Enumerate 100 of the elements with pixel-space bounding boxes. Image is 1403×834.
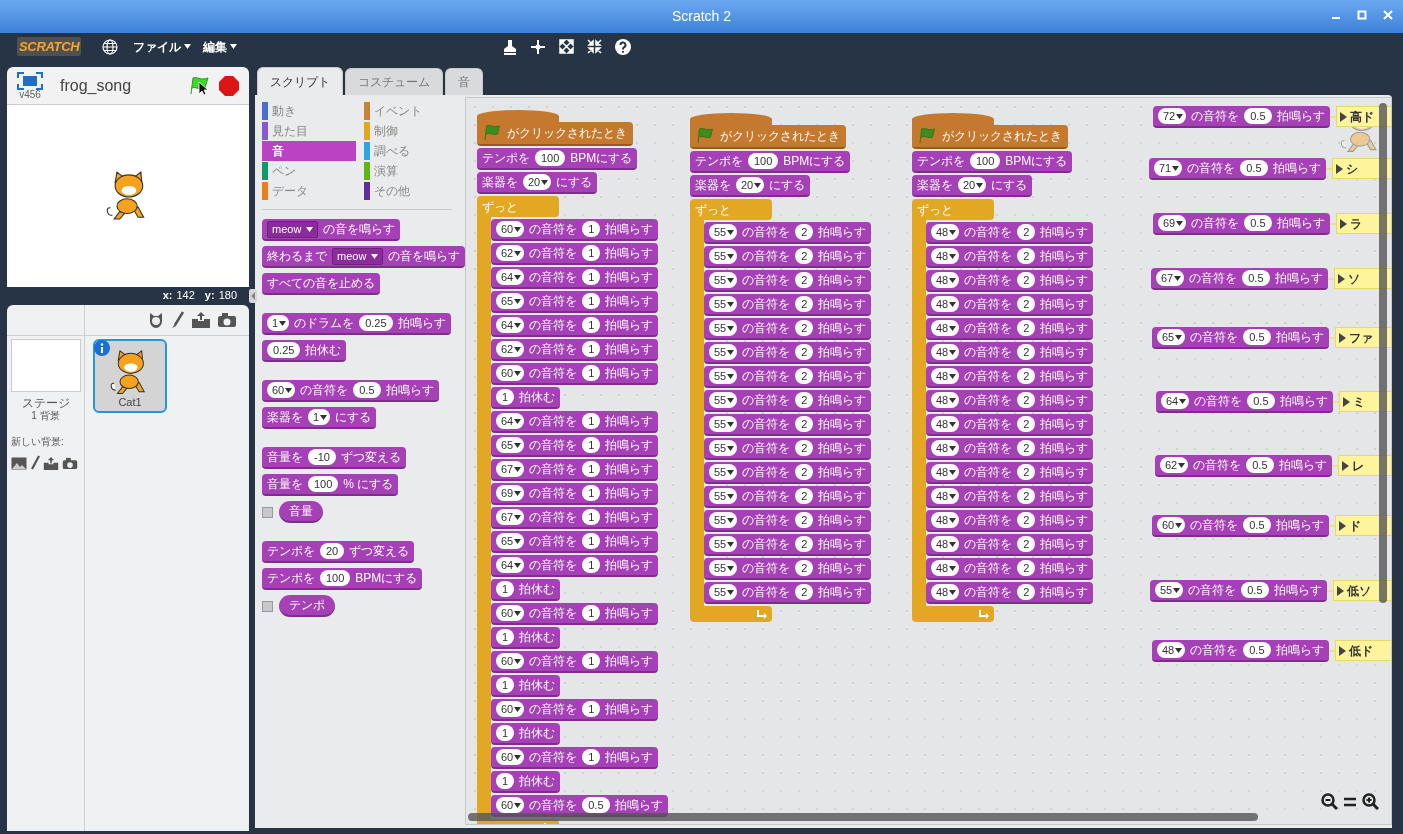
number-field[interactable]: 1: [582, 317, 601, 333]
number-field[interactable]: 1: [582, 461, 601, 477]
number-field[interactable]: 100: [535, 150, 566, 166]
number-field[interactable]: 1: [582, 533, 601, 549]
dropdown-field[interactable]: 48: [931, 248, 960, 264]
dropdown-field[interactable]: 69: [1158, 215, 1187, 231]
zoom-in-icon[interactable]: [1362, 793, 1379, 810]
code-block[interactable]: 64 の音符を 1 拍鳴らす: [491, 411, 659, 433]
number-field[interactable]: 1: [582, 509, 601, 525]
expand-icon[interactable]: [1339, 218, 1347, 229]
dropdown-field[interactable]: 64: [496, 317, 525, 333]
number-field[interactable]: 0.5: [1243, 329, 1271, 345]
number-field[interactable]: 2: [1017, 488, 1036, 504]
code-block[interactable]: 48 の音符を 2 拍鳴らす: [926, 294, 1094, 316]
camera-icon[interactable]: [217, 312, 237, 328]
number-field[interactable]: 2: [1017, 584, 1036, 600]
code-block[interactable]: 48 の音符を 2 拍鳴らす: [926, 414, 1094, 436]
code-block[interactable]: 62 の音符を 1 拍鳴らす: [491, 243, 659, 265]
dropdown-field[interactable]: 48: [931, 464, 960, 480]
code-block[interactable]: 1 拍休む: [491, 579, 561, 601]
code-block[interactable]: 65 の音符を 1 拍鳴らす: [491, 435, 659, 457]
code-block[interactable]: 60 の音符を 1 拍鳴らす: [491, 219, 659, 241]
code-block[interactable]: 60 の音符を 1 拍鳴らす: [491, 699, 659, 721]
shrink-icon[interactable]: [587, 39, 603, 54]
code-block[interactable]: 55 の音符を 2 拍鳴らす: [704, 318, 872, 340]
menu-dropdown[interactable]: meow: [332, 247, 384, 265]
number-field[interactable]: 2: [795, 584, 814, 600]
dropdown-field[interactable]: 48: [931, 416, 960, 432]
number-field[interactable]: 2: [795, 368, 814, 384]
dropdown-field[interactable]: 67: [1156, 270, 1185, 286]
number-field[interactable]: 2: [795, 344, 814, 360]
dropdown-field[interactable]: 55: [709, 536, 738, 552]
code-block[interactable]: テンポを 100 BPMにする: [262, 568, 423, 590]
number-field[interactable]: 0.5: [1246, 457, 1274, 473]
code-block[interactable]: 48 の音符を 2 拍鳴らす: [926, 390, 1094, 412]
code-block[interactable]: テンポを 100 BPMにする: [690, 151, 851, 173]
code-block[interactable]: 1 のドラムを 0.25 拍鳴らす: [262, 313, 451, 335]
tab[interactable]: スクリプト: [257, 67, 343, 95]
number-field[interactable]: 1: [582, 701, 601, 717]
code-block[interactable]: 48 の音符を 2 拍鳴らす: [926, 222, 1094, 244]
number-field[interactable]: 1: [496, 677, 515, 693]
code-block[interactable]: 48 の音符を 2 拍鳴らす: [926, 318, 1094, 340]
number-field[interactable]: 0.25: [359, 315, 393, 331]
code-block[interactable]: 65 の音符を 1 拍鳴らす: [491, 291, 659, 313]
number-field[interactable]: 0.5: [1243, 642, 1271, 658]
code-block[interactable]: 55 の音符を 2 拍鳴らす: [704, 222, 872, 244]
number-field[interactable]: 100: [970, 153, 1001, 169]
code-block[interactable]: 60 の音符を 0.5 拍鳴らす: [1152, 515, 1329, 537]
number-field[interactable]: 2: [1017, 440, 1036, 456]
number-field[interactable]: 0.5: [1241, 582, 1269, 598]
number-field[interactable]: 1: [582, 557, 601, 573]
dropdown-field[interactable]: 71: [1154, 160, 1183, 176]
dropdown-field[interactable]: 48: [931, 272, 960, 288]
code-block[interactable]: 55 の音符を 0.5 拍鳴らす: [1150, 580, 1327, 602]
dropdown-field[interactable]: 48: [931, 320, 960, 336]
dropdown-field[interactable]: 55: [709, 248, 738, 264]
stop-icon[interactable]: [218, 74, 240, 97]
category-button[interactable]: 音: [262, 141, 356, 161]
dropdown-field[interactable]: 55: [709, 560, 738, 576]
dropdown-field[interactable]: 55: [709, 368, 738, 384]
fullscreen-icon[interactable]: [17, 71, 43, 90]
dropdown-field[interactable]: 65: [496, 293, 525, 309]
expand-icon[interactable]: [1342, 396, 1350, 407]
code-block[interactable]: テンポを 100 BPMにする: [912, 151, 1073, 173]
number-field[interactable]: 1: [496, 725, 515, 741]
code-block[interactable]: 60 の音符を 1 拍鳴らす: [491, 603, 659, 625]
dropdown-field[interactable]: 55: [709, 320, 738, 336]
dropdown-field[interactable]: 60: [496, 797, 525, 813]
code-block[interactable]: 55 の音符を 2 拍鳴らす: [704, 582, 872, 604]
dropdown-field[interactable]: 67: [496, 461, 525, 477]
dropdown-field[interactable]: 65: [496, 533, 525, 549]
number-field[interactable]: 1: [582, 365, 601, 381]
comment-note[interactable]: 低ド: [1334, 640, 1391, 661]
number-field[interactable]: 2: [1017, 248, 1036, 264]
collapse-icon[interactable]: [249, 289, 257, 303]
code-block[interactable]: 67 の音符を 0.5 拍鳴らす: [1151, 268, 1328, 290]
dropdown-field[interactable]: 65: [1157, 329, 1186, 345]
number-field[interactable]: 2: [795, 296, 814, 312]
sprite-tile[interactable]: Cat1: [93, 339, 167, 413]
vertical-scrollbar[interactable]: [1379, 103, 1387, 603]
dropdown-field[interactable]: 60: [496, 749, 525, 765]
expand-icon[interactable]: [1341, 460, 1349, 471]
info-icon[interactable]: [94, 340, 110, 356]
code-block[interactable]: 55 の音符を 2 拍鳴らす: [704, 342, 872, 364]
code-block[interactable]: meow の音を鳴らす: [262, 219, 401, 241]
code-block[interactable]: 1 拍休む: [491, 675, 561, 697]
number-field[interactable]: 0.5: [1247, 393, 1275, 409]
code-block[interactable]: 音量を -10 ずつ変える: [262, 447, 406, 469]
code-block[interactable]: 終わるまで meow の音を鳴らす: [262, 246, 466, 268]
dropdown-field[interactable]: 55: [709, 272, 738, 288]
brush-icon[interactable]: [30, 455, 40, 471]
number-field[interactable]: 2: [795, 536, 814, 552]
dropdown-field[interactable]: 64: [496, 557, 525, 573]
code-block[interactable]: 55 の音符を 2 拍鳴らす: [704, 510, 872, 532]
dropdown-field[interactable]: 48: [931, 584, 960, 600]
dropdown-field[interactable]: 48: [931, 536, 960, 552]
dropdown-field[interactable]: 55: [709, 488, 738, 504]
code-block[interactable]: 72 の音符を 0.5 拍鳴らす: [1153, 106, 1330, 128]
code-block[interactable]: 楽器を 20 にする: [477, 172, 598, 194]
dropdown-field[interactable]: 55: [709, 440, 738, 456]
